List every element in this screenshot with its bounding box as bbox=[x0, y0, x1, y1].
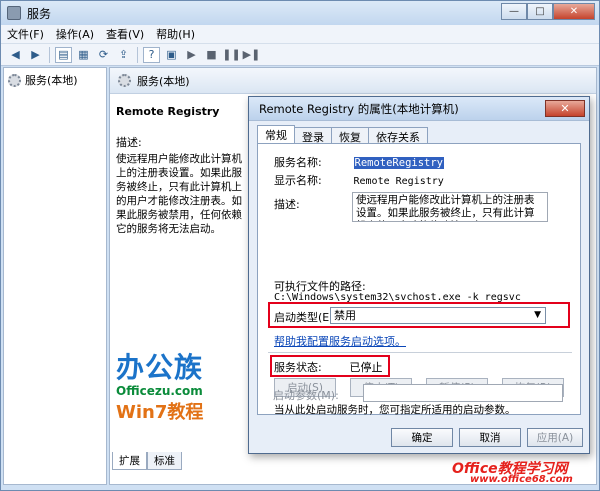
forward-arrow-icon[interactable]: ▶ bbox=[27, 47, 44, 63]
service-status-row: 服务状态: 已停止 bbox=[274, 359, 383, 375]
restart-service-icon[interactable]: ▶❚ bbox=[243, 47, 261, 63]
officezu-watermark: 办公族 Officezu.com Win7教程 bbox=[116, 346, 216, 424]
menu-action[interactable]: 操作(A) bbox=[50, 26, 100, 42]
help-configure-link[interactable]: 帮助我配置服务启动选项。 bbox=[274, 333, 406, 349]
start-service-icon[interactable]: ▶ bbox=[183, 47, 200, 63]
dialog-close-button[interactable]: ✕ bbox=[545, 100, 585, 117]
minimize-button[interactable]: — bbox=[501, 3, 527, 20]
menu-file[interactable]: 文件(F) bbox=[1, 26, 50, 42]
console-icon[interactable]: ▣ bbox=[163, 47, 180, 63]
start-parameter-label: 启动参数(M): bbox=[273, 389, 339, 402]
service-status-value: 已停止 bbox=[349, 361, 383, 374]
chevron-down-icon: ▼ bbox=[534, 310, 541, 320]
properties-icon[interactable]: ▦ bbox=[75, 47, 92, 63]
menu-bar: 文件(F) 操作(A) 查看(V) 帮助(H) bbox=[1, 25, 599, 44]
pause-service-icon[interactable]: ❚❚ bbox=[222, 47, 240, 63]
apply-button[interactable]: 应用(A) bbox=[527, 428, 583, 447]
view-tabs: 扩展 标准 bbox=[112, 452, 182, 470]
gear-icon bbox=[8, 73, 21, 87]
services-pane-header: 服务(本地) bbox=[110, 68, 596, 94]
startup-type-select[interactable]: 禁用 ▼ bbox=[330, 307, 546, 324]
description-text: 使远程用户能修改此计算机上的注册表设置。如果此服务被终止，只有此计算机上的用户才… bbox=[116, 153, 242, 235]
watermark-domain: Officezu.com bbox=[116, 384, 203, 398]
close-button[interactable]: ✕ bbox=[553, 3, 595, 20]
back-arrow-icon[interactable]: ◀ bbox=[7, 47, 24, 63]
export-list-icon[interactable]: ⇪ bbox=[115, 47, 132, 63]
service-name-label: 服务名称: bbox=[274, 156, 322, 169]
menu-view[interactable]: 查看(V) bbox=[100, 26, 150, 42]
service-status-label: 服务状态: bbox=[274, 361, 322, 374]
service-name-value[interactable]: RemoteRegistry bbox=[353, 157, 445, 169]
properties-dialog: Remote Registry 的属性(本地计算机) ✕ 常规 登录 恢复 依存… bbox=[248, 96, 590, 454]
office68-watermark-url: www.office68.com bbox=[470, 474, 573, 485]
help-icon[interactable]: ? bbox=[143, 46, 160, 63]
display-name-row: 显示名称: Remote Registry bbox=[274, 172, 444, 188]
general-tab-panel: 服务名称: RemoteRegistry 显示名称: Remote Regist… bbox=[257, 143, 581, 416]
stop-service-icon[interactable]: ■ bbox=[203, 47, 220, 63]
startup-type-label: 启动类型(E): bbox=[274, 311, 338, 324]
services-pane-title: 服务(本地) bbox=[137, 74, 190, 88]
selected-service-name: Remote Registry bbox=[116, 105, 220, 118]
watermark-subtitle: Win7教程 bbox=[116, 402, 204, 423]
maximize-button[interactable]: □ bbox=[527, 3, 553, 20]
gear-icon bbox=[118, 74, 131, 87]
window-title: 服务 bbox=[27, 6, 52, 21]
tree-item-label: 服务(本地) bbox=[25, 74, 78, 87]
description-label: 描述: bbox=[274, 198, 300, 211]
service-name-row: 服务名称: RemoteRegistry bbox=[274, 154, 445, 170]
display-name-label: 显示名称: bbox=[274, 174, 322, 187]
cancel-button[interactable]: 取消 bbox=[459, 428, 521, 447]
console-tree: 服务(本地) bbox=[3, 67, 107, 485]
menu-help[interactable]: 帮助(H) bbox=[150, 26, 201, 42]
description-heading: 描述: bbox=[116, 136, 142, 149]
display-name-value: Remote Registry bbox=[353, 176, 444, 187]
start-parameter-input[interactable] bbox=[363, 384, 563, 402]
watermark-logo-text: 办公族 bbox=[116, 351, 204, 384]
refresh-icon[interactable]: ⟳ bbox=[95, 47, 112, 63]
show-tree-icon[interactable]: ▤ bbox=[55, 46, 72, 63]
ok-button[interactable]: 确定 bbox=[391, 428, 453, 447]
toolbar-separator bbox=[49, 46, 50, 63]
start-parameter-hint: 当从此处启动服务时，您可指定所适用的启动参数。 bbox=[274, 404, 516, 416]
startup-type-value: 禁用 bbox=[334, 309, 356, 322]
toolbar-separator bbox=[137, 46, 138, 63]
dialog-title-bar[interactable]: Remote Registry 的属性(本地计算机) bbox=[249, 97, 589, 121]
title-bar[interactable]: 服务 — □ ✕ bbox=[1, 1, 599, 25]
description-value: 使远程用户能修改此计算机上的注册表设置。如果此服务被终止，只有此计算机上的用户才… bbox=[356, 194, 535, 221]
divider bbox=[268, 352, 572, 353]
tab-extended[interactable]: 扩展 bbox=[112, 452, 147, 470]
description-textbox[interactable]: 使远程用户能修改此计算机上的注册表设置。如果此服务被终止，只有此计算机上的用户才… bbox=[352, 192, 548, 222]
services-app-icon bbox=[7, 6, 21, 20]
dialog-title: Remote Registry 的属性(本地计算机) bbox=[259, 101, 459, 116]
tab-standard[interactable]: 标准 bbox=[147, 452, 182, 470]
toolbar: ◀ ▶ ▤ ▦ ⟳ ⇪ ? ▣ ▶ ■ ❚❚ ▶❚ bbox=[1, 44, 599, 66]
tree-item-services-local[interactable]: 服务(本地) bbox=[4, 68, 106, 92]
